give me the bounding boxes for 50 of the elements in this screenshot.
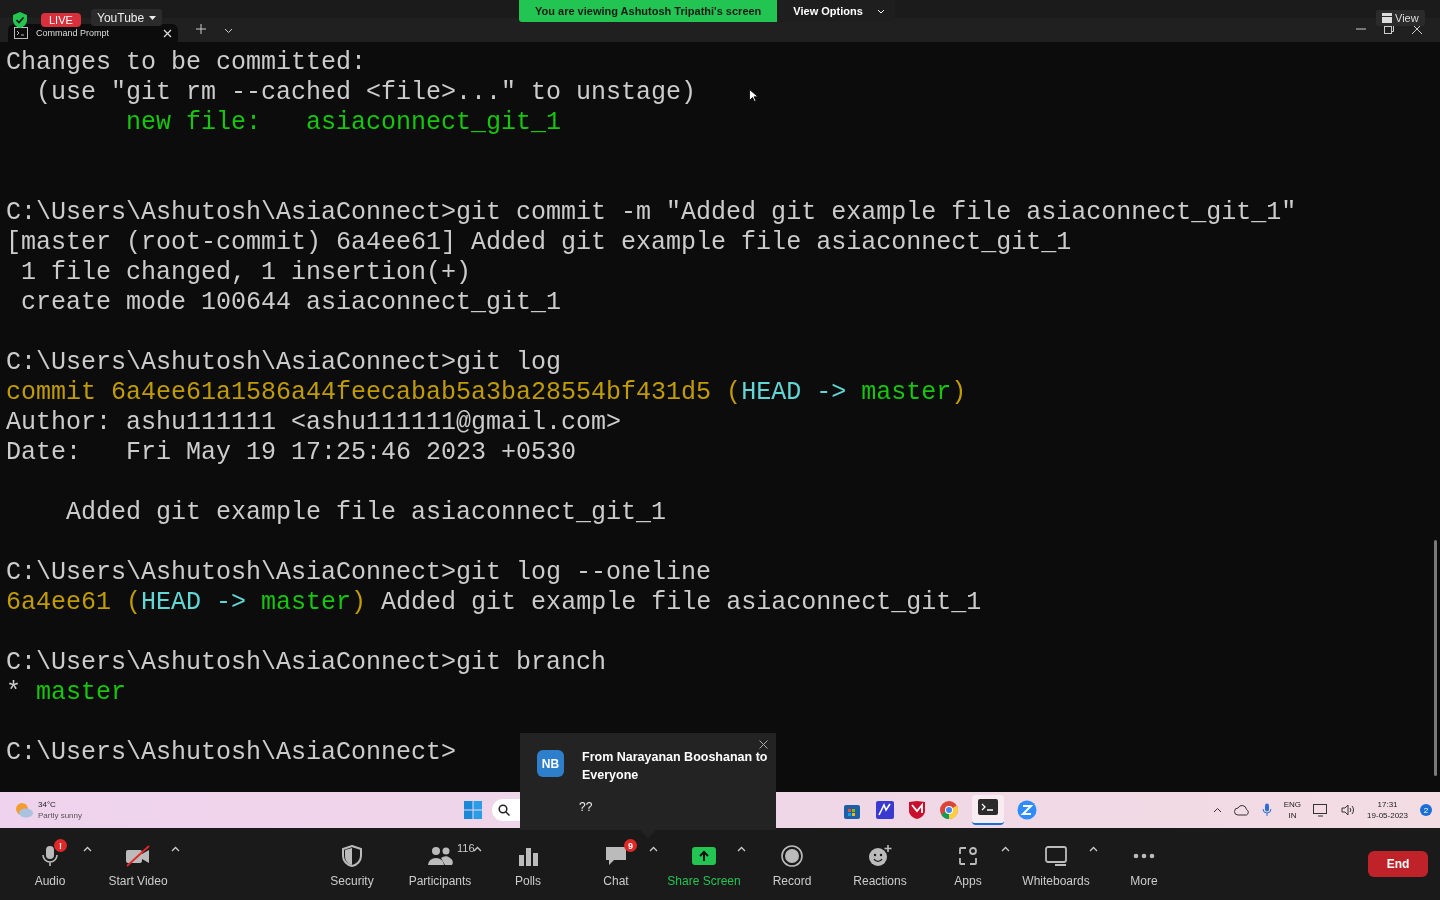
toolbar-button[interactable]: Whiteboards xyxy=(1012,836,1100,892)
terminal-line: C:\Users\Ashutosh\AsiaConnect>git log --oneline xyxy=(6,558,712,588)
terminal-line: create mode 100644 asiaconnect_git_1 xyxy=(20,288,562,318)
toolbar-button[interactable]: Polls xyxy=(484,836,572,892)
toolbar-button[interactable]: Apps xyxy=(924,836,1012,892)
avatar: NB xyxy=(537,750,564,777)
terminal-line: C:\Users\Ashutosh\AsiaConnect>git commit -m "Added git example file asiaconnect_git_1" xyxy=(6,198,1297,228)
clock-date[interactable]: 19-05-2023 xyxy=(1367,810,1408,821)
stream-menu[interactable]: YouTube xyxy=(91,9,163,26)
terminal-line: Changes to be committed: xyxy=(6,48,367,78)
count-badge: 9 xyxy=(624,839,637,852)
count-badge: ! xyxy=(54,839,67,852)
terminal-line: commit 6a4ee61a1586a44feecabab5a3ba28554bf431d5 (HEAD -> master) xyxy=(6,378,967,408)
notification-badge[interactable]: 2 xyxy=(1420,804,1432,816)
terminal-line: [master (root-commit) 6a4ee61] Added git example file asiaconnect_git_1 xyxy=(6,228,1072,258)
live-badge: LIVE xyxy=(41,13,81,27)
tab-title: Command Prompt xyxy=(36,28,111,38)
terminal-line: new file: asiaconnect_git_1 xyxy=(125,108,562,138)
chat-message: ?? xyxy=(579,800,594,814)
terminal-line: C:\Users\Ashutosh\AsiaConnect> xyxy=(6,738,457,768)
terminal-line: C:\Users\Ashutosh\AsiaConnect>git log xyxy=(6,348,562,378)
terminal-line: (use "git rm --cached <file>..." to unstage) xyxy=(35,78,697,108)
clock-time[interactable]: 17:31 xyxy=(1377,799,1398,810)
toolbar-button[interactable]: 116 Participants xyxy=(396,836,484,892)
terminal-tab[interactable]: Command Prompt xyxy=(8,24,178,42)
toolbar-button[interactable]: More xyxy=(1100,836,1188,892)
language-label[interactable]: ENG xyxy=(1283,799,1302,810)
toolbar-button[interactable]: Reactions xyxy=(836,836,924,892)
toolbar-button[interactable]: Start Video xyxy=(94,836,182,892)
toolbar-button[interactable]: ! Audio xyxy=(6,836,94,892)
terminal-line: 6a4ee61 (HEAD -> master) Added git example file asiaconnect_git_1 xyxy=(6,588,982,618)
participant-count: 116 xyxy=(457,842,475,854)
region-label[interactable]: IN xyxy=(1288,810,1297,821)
terminal-line: Author: ashu111111 <ashu111111@gmail.com> xyxy=(6,408,622,438)
weather-condition: Partly sunny xyxy=(38,810,83,821)
terminal-line: 1 file changed, 1 insertion(+) xyxy=(20,258,472,288)
toolbar-button[interactable]: Security xyxy=(308,836,396,892)
temperature: 34°C xyxy=(38,799,57,810)
end-button[interactable]: End xyxy=(1368,851,1428,877)
sharing-banner: You are viewing Ashutosh Tripathi's screen xyxy=(519,0,778,22)
terminal-line: Date: Fri May 19 17:25:46 2023 +0530 xyxy=(6,438,577,468)
toolbar-button[interactable]: Share Screen xyxy=(660,836,748,892)
toolbar-button[interactable]: Record xyxy=(748,836,836,892)
view-button[interactable]: View xyxy=(1376,10,1425,26)
toolbar-button[interactable]: 9 Chat xyxy=(572,836,660,892)
terminal-line: C:\Users\Ashutosh\AsiaConnect>git branch xyxy=(6,648,607,678)
chat-sender: From Narayanan Booshanan to Everyone xyxy=(582,749,769,784)
terminal-line: Added git example file asiaconnect_git_1 xyxy=(65,498,667,528)
chat-notification[interactable]: NB From Narayanan Booshanan to Everyone ?? xyxy=(520,733,776,830)
terminal-line: * master xyxy=(6,678,127,708)
